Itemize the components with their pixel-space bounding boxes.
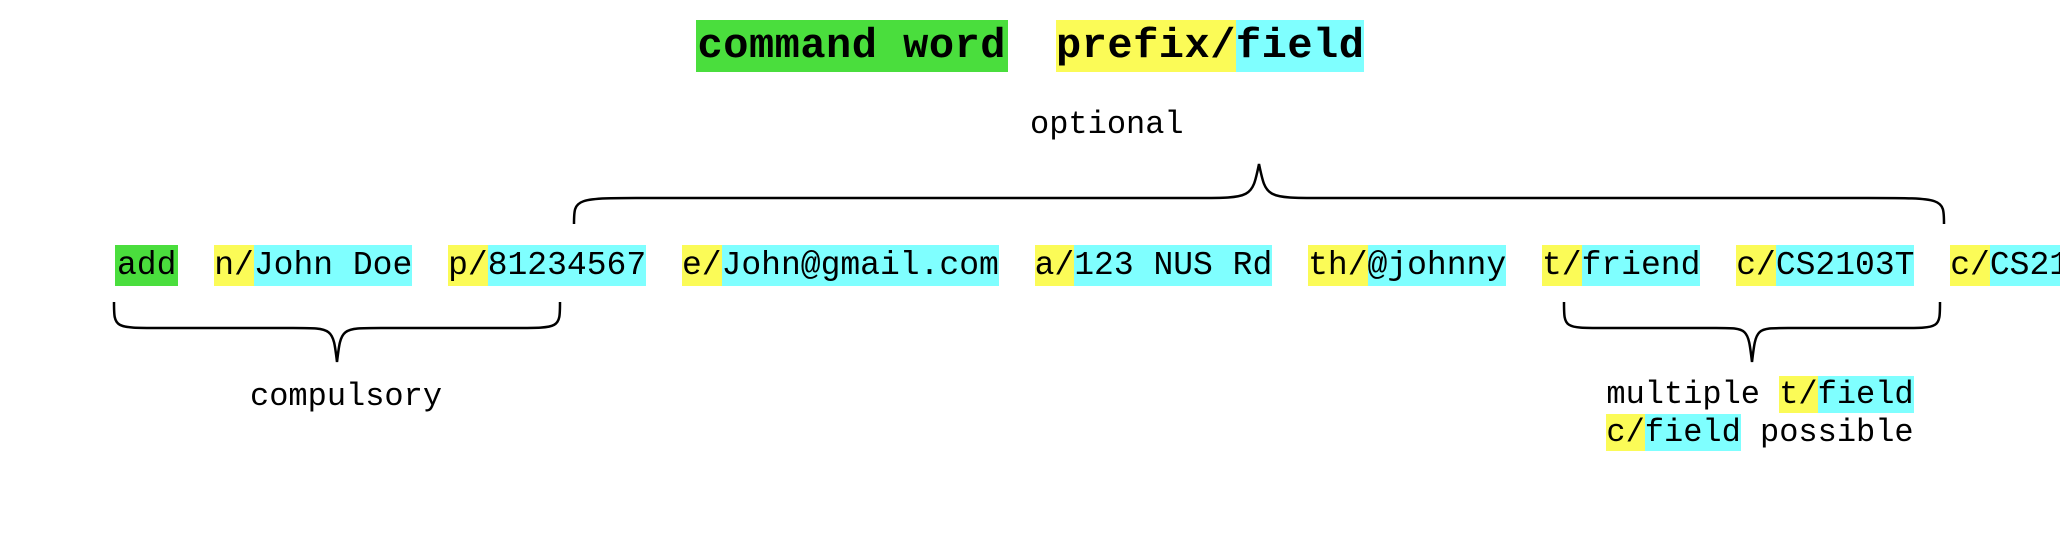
segment-course-2: c/CS2101: [1950, 246, 2060, 286]
segment-telegram: th/@johnny: [1308, 246, 1506, 286]
segment-phone: p/81234567: [448, 246, 646, 286]
brace-optional-icon: [570, 158, 1948, 228]
segment-address: a/123 NUS Rd: [1035, 246, 1273, 286]
legend-field: field: [1236, 20, 1365, 72]
command-line: add n/John Doe p/81234567 e/John@gmail.c…: [115, 246, 2060, 286]
command-word-token: add: [115, 246, 178, 286]
brace-compulsory-icon: [110, 298, 564, 368]
brace-multiple-icon: [1560, 298, 1944, 368]
annotation-multiple: multiple t/field c/field possible: [1590, 376, 1930, 453]
legend: command word prefix/field: [0, 22, 2060, 70]
legend-command-word: command word: [696, 20, 1008, 72]
annotation-optional: optional: [1030, 106, 1184, 143]
annotation-multiple-line1: multiple t/field: [1590, 376, 1930, 414]
legend-prefix: prefix/: [1056, 20, 1236, 72]
annotation-multiple-line2: c/field possible: [1590, 414, 1930, 452]
diagram-root: command word prefix/field optional add n/…: [0, 0, 2060, 540]
segment-name: n/John Doe: [214, 246, 412, 286]
segment-course-1: c/CS2103T: [1736, 246, 1914, 286]
annotation-compulsory: compulsory: [250, 378, 442, 415]
segment-tag: t/friend: [1542, 246, 1700, 286]
segment-email: e/John@gmail.com: [682, 246, 999, 286]
